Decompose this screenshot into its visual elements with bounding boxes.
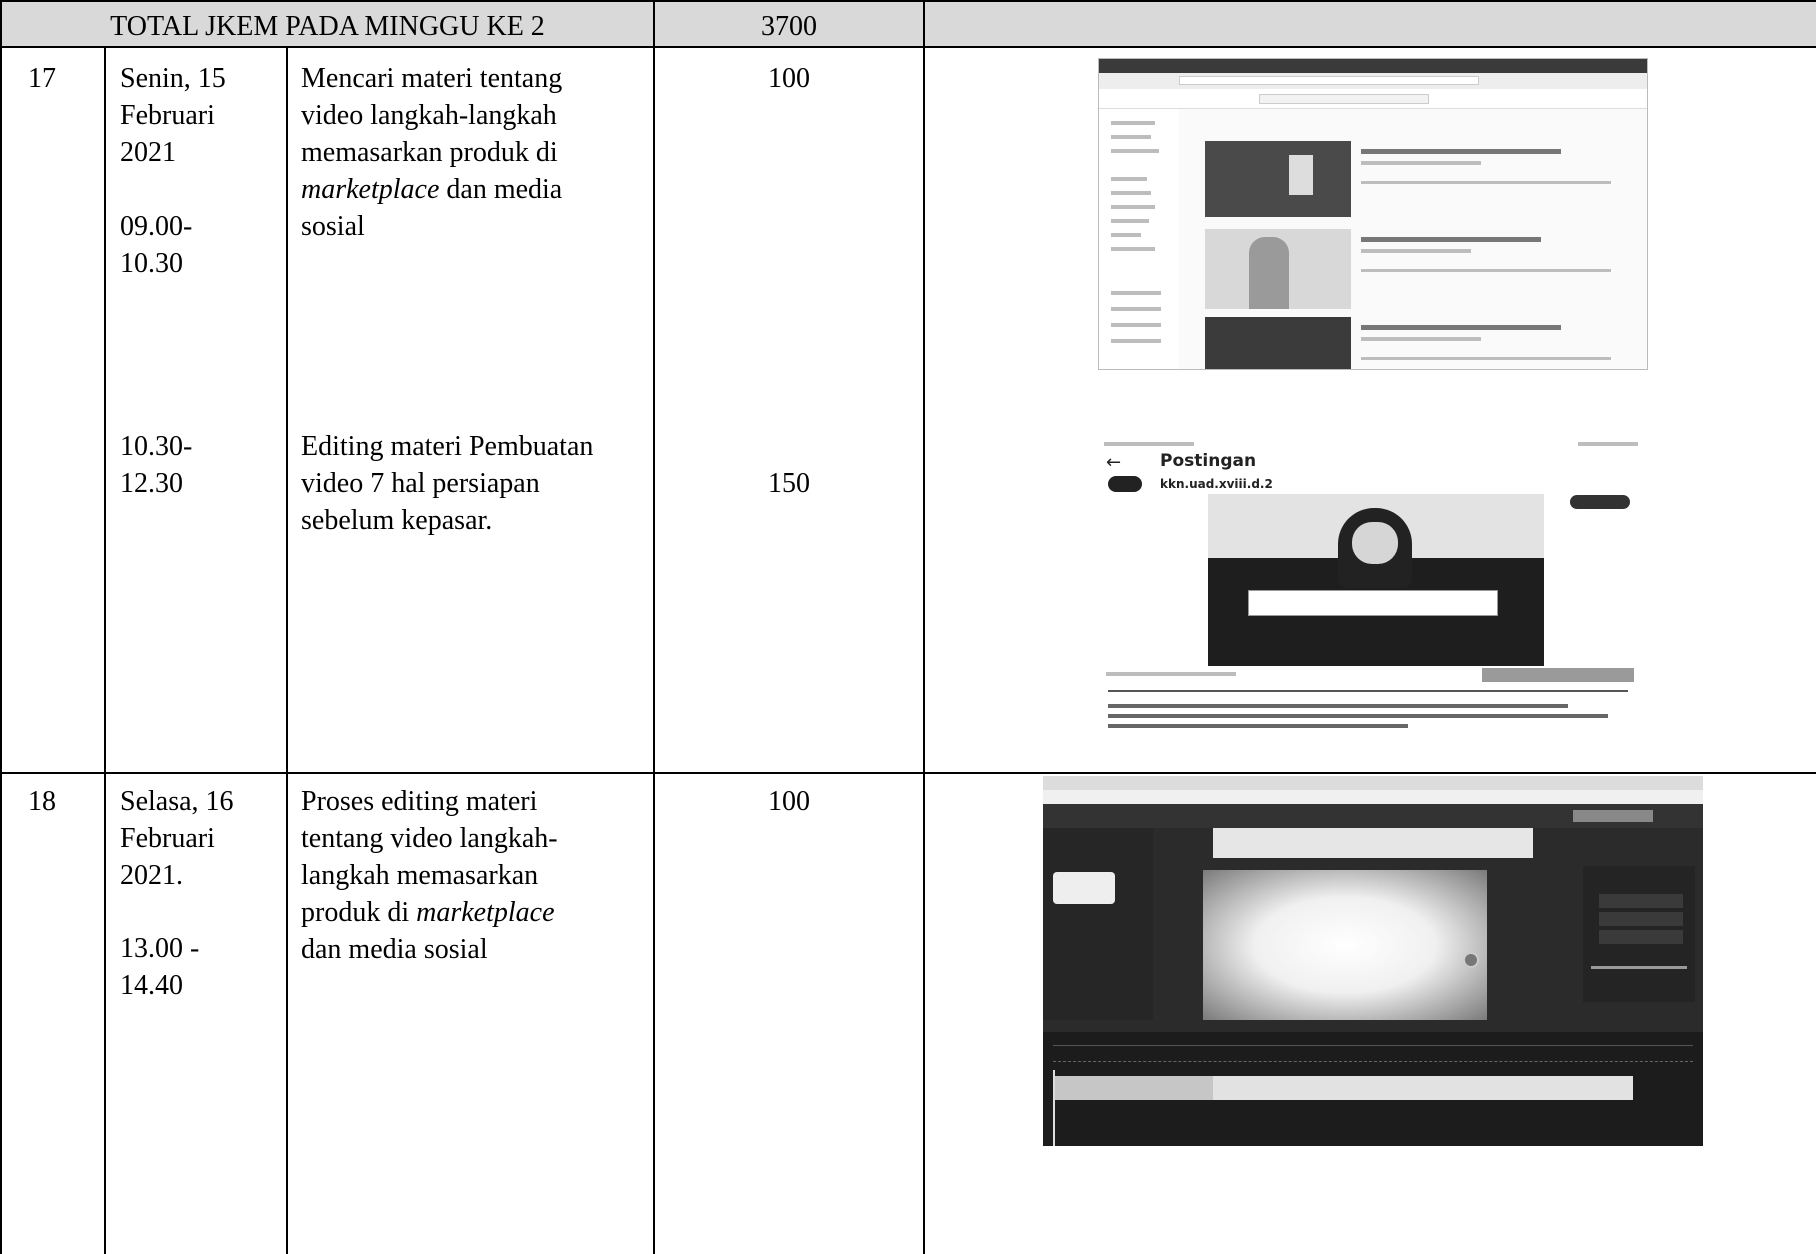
row-activity: Proses editing materi tentang video lang… (301, 786, 558, 965)
row-time: 09.00- 10.30 (120, 211, 193, 279)
row-time: 13.00 - 14.40 (120, 933, 200, 1001)
row-date: Selasa, 16 Februari 2021. (120, 786, 234, 891)
row-jkem: 100 (768, 63, 810, 94)
row-number: 18 (28, 786, 56, 817)
row-number: 17 (28, 63, 56, 94)
row-activity: Editing materi Pembuatan video 7 hal per… (301, 431, 594, 536)
row-jkem: 150 (768, 468, 810, 499)
row-jkem: 100 (768, 786, 810, 817)
row-date: Senin, 15 Februari 2021 (120, 63, 226, 168)
youtube-screenshot (1098, 58, 1648, 370)
video-editor-screenshot (1043, 776, 1703, 1146)
header-total: 3700 (761, 11, 817, 42)
instagram-account: kkn.uad.xviii.d.2 (1160, 477, 1273, 491)
back-arrow-icon: ← (1106, 452, 1122, 473)
instagram-screenshot: ← Postingan kkn.uad.xviii.d.2 (1098, 438, 1654, 740)
row-time: 10.30- 12.30 (120, 431, 193, 499)
instagram-title: Postingan (1160, 451, 1257, 471)
row-activity: Mencari materi tentang video langkah-lan… (301, 63, 563, 242)
avatar (1108, 476, 1142, 492)
header-title: TOTAL JKEM PADA MINGGU KE 2 (110, 11, 545, 42)
